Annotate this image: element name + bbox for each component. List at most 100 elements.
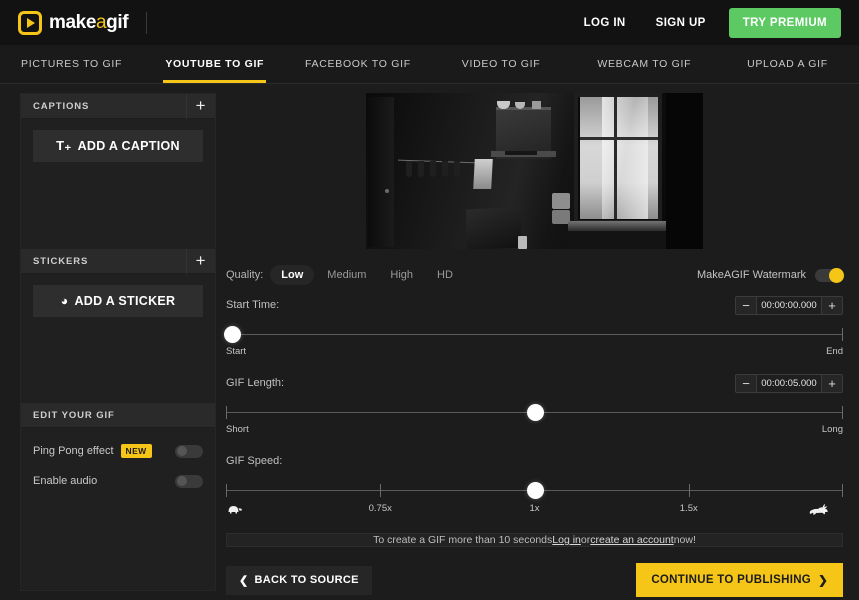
editor-sidebar: CAPTIONS + T₊ ADD A CAPTION STICKERS + ◕… — [20, 93, 216, 591]
page-body: CAPTIONS + T₊ ADD A CAPTION STICKERS + ◕… — [0, 84, 859, 600]
speed-tick-label: 1.5x — [679, 503, 698, 514]
tab-youtube-to-gif[interactable]: YOUTUBE TO GIF — [143, 45, 286, 83]
quality-option-high[interactable]: High — [379, 265, 424, 285]
captions-section: CAPTIONS + T₊ ADD A CAPTION — [21, 93, 215, 249]
speed-tick-label: 0.75x — [368, 503, 392, 514]
edit-row-toggle[interactable] — [175, 444, 203, 458]
rabbit-icon — [808, 503, 830, 519]
tab-upload-a-gif[interactable]: UPLOAD A GIF — [716, 45, 859, 83]
start-time-group: Start Time: − 00:00:00.000 + Start End — [224, 293, 843, 357]
gif-speed-slider[interactable] — [226, 479, 843, 503]
header-divider — [146, 11, 148, 34]
watermark-control: MakeAGIF Watermark — [697, 267, 844, 283]
edit-gif-section: EDIT YOUR GIF Ping Pong effect NEW Enable … — [21, 403, 215, 504]
quality-option-hd[interactable]: HD — [426, 265, 464, 285]
stickers-header: STICKERS + — [21, 248, 215, 274]
captions-title: CAPTIONS — [33, 100, 90, 112]
tab-video-to-gif[interactable]: VIDEO TO GIF — [430, 45, 573, 83]
login-button[interactable]: LOG IN — [571, 9, 639, 37]
edit-row-label: Ping Pong effect — [33, 445, 114, 457]
play-logo-icon — [18, 10, 42, 35]
add-sticker-plus-icon[interactable]: + — [186, 248, 215, 274]
speed-tick — [226, 484, 227, 497]
start-time-right-end: End — [826, 346, 843, 357]
gif-length-right-end: Long — [821, 424, 843, 435]
start-time-plus-button[interactable]: + — [822, 296, 842, 314]
gif-length-plus-button[interactable]: + — [822, 374, 842, 392]
edit-gif-header: EDIT YOUR GIF — [21, 403, 215, 428]
main-tabbar: PICTURES TO GIF YOUTUBE TO GIF FACEBOOK TO… — [0, 45, 859, 84]
start-time-left-end: Start — [226, 346, 247, 357]
note-text-before: To create a GIF more than 10 seconds — [373, 534, 553, 546]
stickers-section: STICKERS + ◕ ADD A STICKER — [21, 248, 215, 403]
continue-label: CONTINUE TO PUBLISHING — [651, 574, 812, 586]
gif-speed-group: GIF Speed: 0.75x 1x 1.5x — [226, 449, 843, 517]
create-longer-gif-note: To create a GIF more than 10 seconds Log… — [226, 533, 843, 547]
chevron-right-icon: ❯ — [818, 575, 828, 587]
captions-body: T₊ ADD A CAPTION — [21, 119, 215, 173]
gif-length-value[interactable]: 00:00:05.000 — [756, 374, 822, 392]
edit-gif-rows: Ping Pong effect NEW Enable audio — [21, 428, 215, 504]
video-preview-area — [226, 93, 843, 249]
logo-wordmark: makeagif — [49, 11, 129, 34]
start-time-value[interactable]: 00:00:00.000 — [756, 296, 822, 314]
speed-tick-label: 1x — [529, 503, 540, 514]
start-time-minus-button[interactable]: − — [736, 296, 756, 314]
note-text-middle: or — [580, 534, 591, 546]
tab-facebook-to-gif[interactable]: FACEBOOK TO GIF — [286, 45, 429, 83]
gif-length-slider[interactable] — [226, 401, 843, 425]
speed-tick — [842, 484, 843, 497]
add-a-caption-button[interactable]: T₊ ADD A CAPTION — [33, 130, 203, 162]
add-caption-label: ADD A CAPTION — [77, 139, 180, 153]
note-create-account-link[interactable]: create an account — [590, 534, 673, 546]
gif-length-stepper: − 00:00:05.000 + — [735, 373, 843, 393]
edit-gif-title: EDIT YOUR GIF — [33, 409, 115, 421]
note-text-after: now! — [673, 534, 696, 546]
start-time-label: Start Time: — [226, 299, 280, 311]
speed-tick — [688, 484, 690, 497]
edit-row-ping-pong-effect: Ping Pong effect NEW — [33, 436, 203, 466]
speed-tick — [380, 484, 382, 497]
gif-length-minus-button[interactable]: − — [736, 374, 756, 392]
app-header: makeagif LOG IN SIGN UP TRY PREMIUM — [0, 0, 859, 45]
stickers-title: STICKERS — [33, 255, 89, 267]
site-logo[interactable]: makeagif — [18, 10, 129, 35]
logo-text-a: a — [96, 11, 107, 33]
turtle-icon — [226, 503, 243, 518]
tab-webcam-to-gif[interactable]: WEBCAM TO GIF — [573, 45, 716, 83]
quality-option-medium[interactable]: Medium — [316, 265, 377, 285]
start-time-slider-handle[interactable] — [224, 326, 242, 343]
gif-preview-frame[interactable] — [366, 93, 703, 249]
logo-text-gif: gif — [106, 11, 129, 33]
add-a-sticker-button[interactable]: ◕ ADD A STICKER — [33, 285, 203, 317]
sticker-icon: ◕ — [60, 294, 69, 308]
quality-option-low[interactable]: Low — [270, 265, 315, 285]
gif-length-slider-handle[interactable] — [526, 404, 544, 421]
editor-main: Quality: Low Medium High HD MakeAGIF Waterm… — [224, 93, 844, 597]
start-time-slider[interactable] — [224, 323, 843, 347]
note-login-link[interactable]: Log in — [552, 534, 581, 546]
gif-speed-tick-labels: 0.75x 1x 1.5x — [226, 503, 843, 517]
back-to-source-button[interactable]: ❮ BACK TO SOURCE — [226, 565, 372, 595]
chevron-left-icon: ❮ — [239, 574, 249, 587]
tab-pictures-to-gif[interactable]: PICTURES TO GIF — [0, 45, 143, 83]
quality-label: Quality: — [226, 269, 264, 281]
signup-button[interactable]: SIGN UP — [643, 9, 719, 37]
watermark-toggle[interactable] — [815, 267, 844, 283]
try-premium-button[interactable]: TRY PREMIUM — [728, 7, 841, 38]
captions-header: CAPTIONS + — [21, 93, 215, 119]
header-actions: LOG IN SIGN UP TRY PREMIUM — [571, 7, 841, 38]
continue-to-publishing-button[interactable]: CONTINUE TO PUBLISHING ❯ — [636, 563, 843, 597]
text-tool-icon: T₊ — [56, 138, 72, 153]
edit-row-toggle[interactable] — [175, 474, 203, 488]
new-badge: NEW — [120, 444, 152, 458]
editor-footer: ❮ BACK TO SOURCE CONTINUE TO PUBLISHING … — [226, 563, 843, 597]
gif-length-group: GIF Length: − 00:00:05.000 + Short Long — [226, 371, 843, 435]
quality-row: Quality: Low Medium High HD MakeAGIF Waterm… — [226, 265, 844, 285]
gif-speed-slider-handle[interactable] — [526, 482, 544, 499]
add-caption-plus-icon[interactable]: + — [186, 93, 215, 119]
edit-row-enable-audio: Enable audio — [33, 466, 203, 496]
logo-text-make: make — [49, 11, 96, 33]
back-to-source-label: BACK TO SOURCE — [254, 574, 359, 586]
watermark-label: MakeAGIF Watermark — [697, 269, 806, 281]
